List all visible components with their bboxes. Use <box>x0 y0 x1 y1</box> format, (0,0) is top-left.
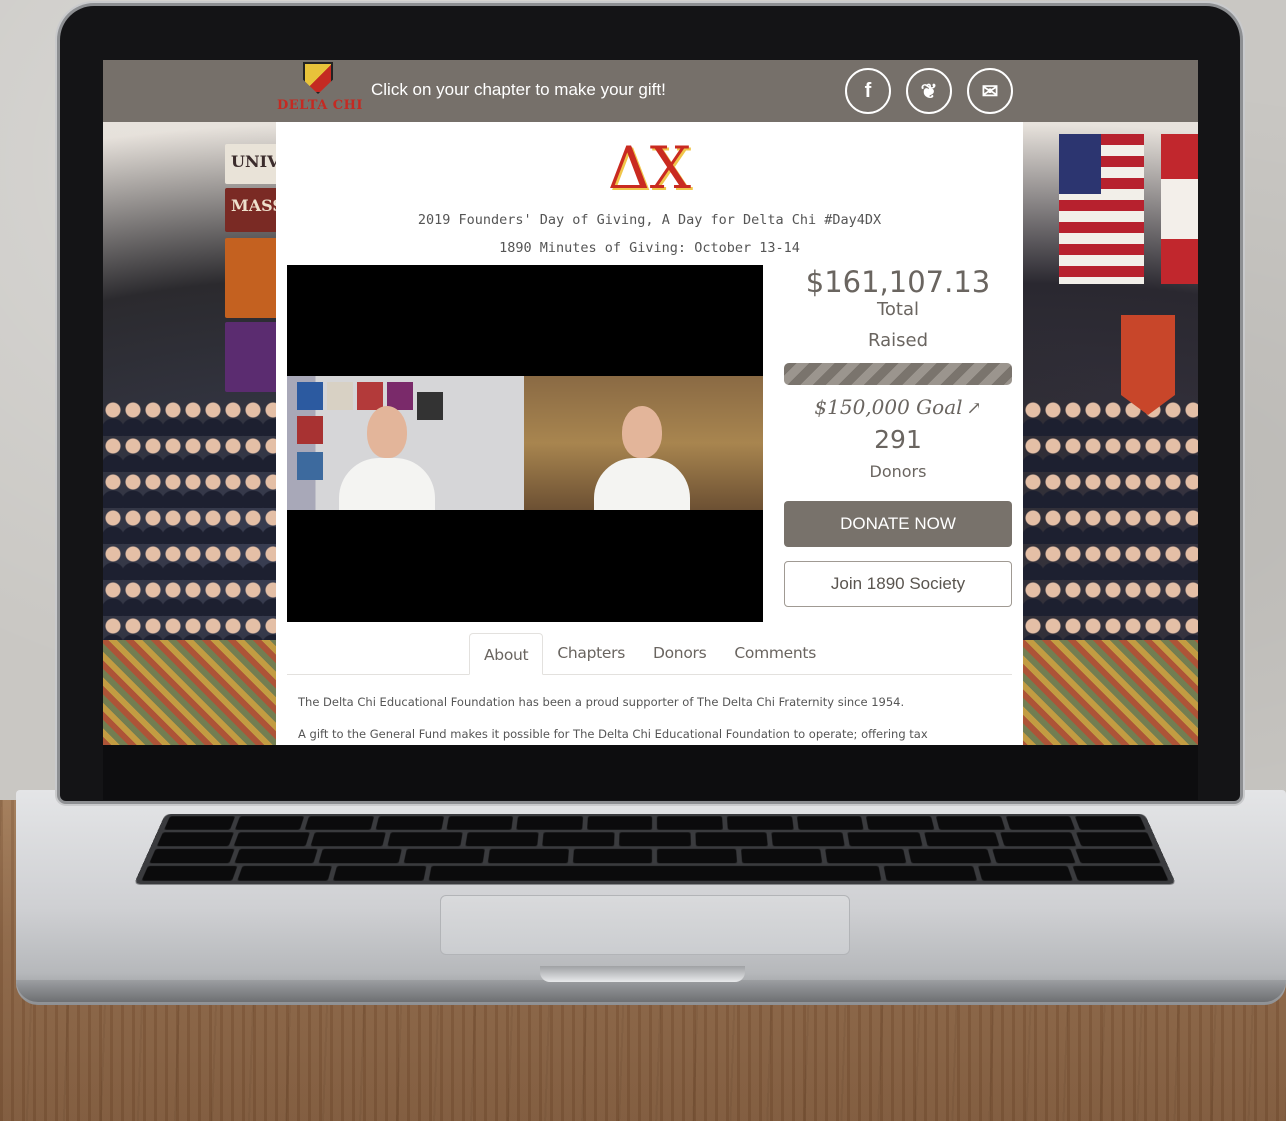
banner-purple <box>225 322 281 392</box>
crowd-left <box>103 400 278 660</box>
person-head <box>367 406 407 458</box>
person-left <box>339 406 435 510</box>
goal-label: $150,000 Goal ↗ <box>784 395 1012 419</box>
laptop-trackpad <box>440 895 850 955</box>
content-tabs: About Chapters Donors Comments <box>287 633 1012 675</box>
total-word: Total <box>876 299 920 320</box>
email-icon[interactable]: ✉ <box>967 68 1013 114</box>
twitter-icon[interactable]: ❦ <box>906 68 952 114</box>
pennant <box>1121 315 1175 415</box>
progress-bar <box>784 363 1012 385</box>
wall-poster <box>297 452 323 480</box>
campaign-card: ΔX 2019 Founders' Day of Giving, A Day f… <box>276 122 1023 745</box>
tab-comments[interactable]: Comments <box>720 632 830 674</box>
total-amount: $161,107.13 <box>805 265 991 299</box>
join-society-button[interactable]: Join 1890 Society <box>784 561 1012 607</box>
laptop-hinge <box>540 966 745 982</box>
goal-text: $150,000 Goal <box>814 395 963 419</box>
banner-mass: MASS <box>225 188 284 232</box>
fundraising-stats: $161,107.13 Total Raised $150,000 Goal ↗ … <box>784 265 1012 607</box>
crowd-right <box>1023 400 1198 660</box>
facebook-icon[interactable]: f <box>845 68 891 114</box>
brand-name[interactable]: DELTA CHI <box>275 98 365 113</box>
top-bar: DELTA CHI Click on your chapter to make … <box>103 60 1198 122</box>
shield-icon[interactable] <box>303 62 333 94</box>
video-player[interactable] <box>287 265 763 622</box>
laptop-screen: UNIV MASS DELTA CHI Click on your chapte… <box>103 60 1198 745</box>
person-body <box>594 458 690 510</box>
video-frame <box>287 376 763 510</box>
campaign-title: 2019 Founders' Day of Giving, A Day for … <box>417 212 882 228</box>
laptop-keyboard <box>133 813 1177 885</box>
video-right-pane <box>524 376 763 510</box>
tab-about[interactable]: About <box>469 633 544 675</box>
total-line: $161,107.13 Total <box>784 265 1012 320</box>
topbar-cta-text: Click on your chapter to make your gift! <box>371 80 666 99</box>
donor-count: 291 <box>874 425 922 454</box>
wall-poster <box>297 382 323 410</box>
tab-donors[interactable]: Donors <box>639 632 720 674</box>
progress-fill <box>784 363 1012 385</box>
about-paragraph: A gift to the General Fund makes it poss… <box>298 727 928 741</box>
donate-now-button[interactable]: DONATE NOW <box>784 501 1012 547</box>
campaign-subtitle: 1890 Minutes of Giving: October 13-14 <box>499 240 800 256</box>
video-left-pane <box>287 376 524 510</box>
us-flag-canton <box>1059 134 1101 194</box>
canada-flag <box>1161 134 1198 284</box>
arrow-icon: ↗ <box>966 398 982 419</box>
delta-chi-logo: ΔX <box>607 134 692 202</box>
donors-label: Donors <box>869 462 927 481</box>
person-body <box>339 458 435 510</box>
banner-orange <box>225 238 281 318</box>
person-head <box>622 406 662 458</box>
banner-univ: UNIV <box>225 144 281 184</box>
about-paragraph: The Delta Chi Educational Foundation has… <box>298 695 905 709</box>
raised-label: Raised <box>867 330 929 351</box>
laptop-base-edge <box>16 980 1286 1002</box>
person-right <box>594 406 690 510</box>
wall-poster <box>297 416 323 444</box>
tab-chapters[interactable]: Chapters <box>543 632 639 674</box>
laptop-bezel-bottom <box>103 745 1198 800</box>
